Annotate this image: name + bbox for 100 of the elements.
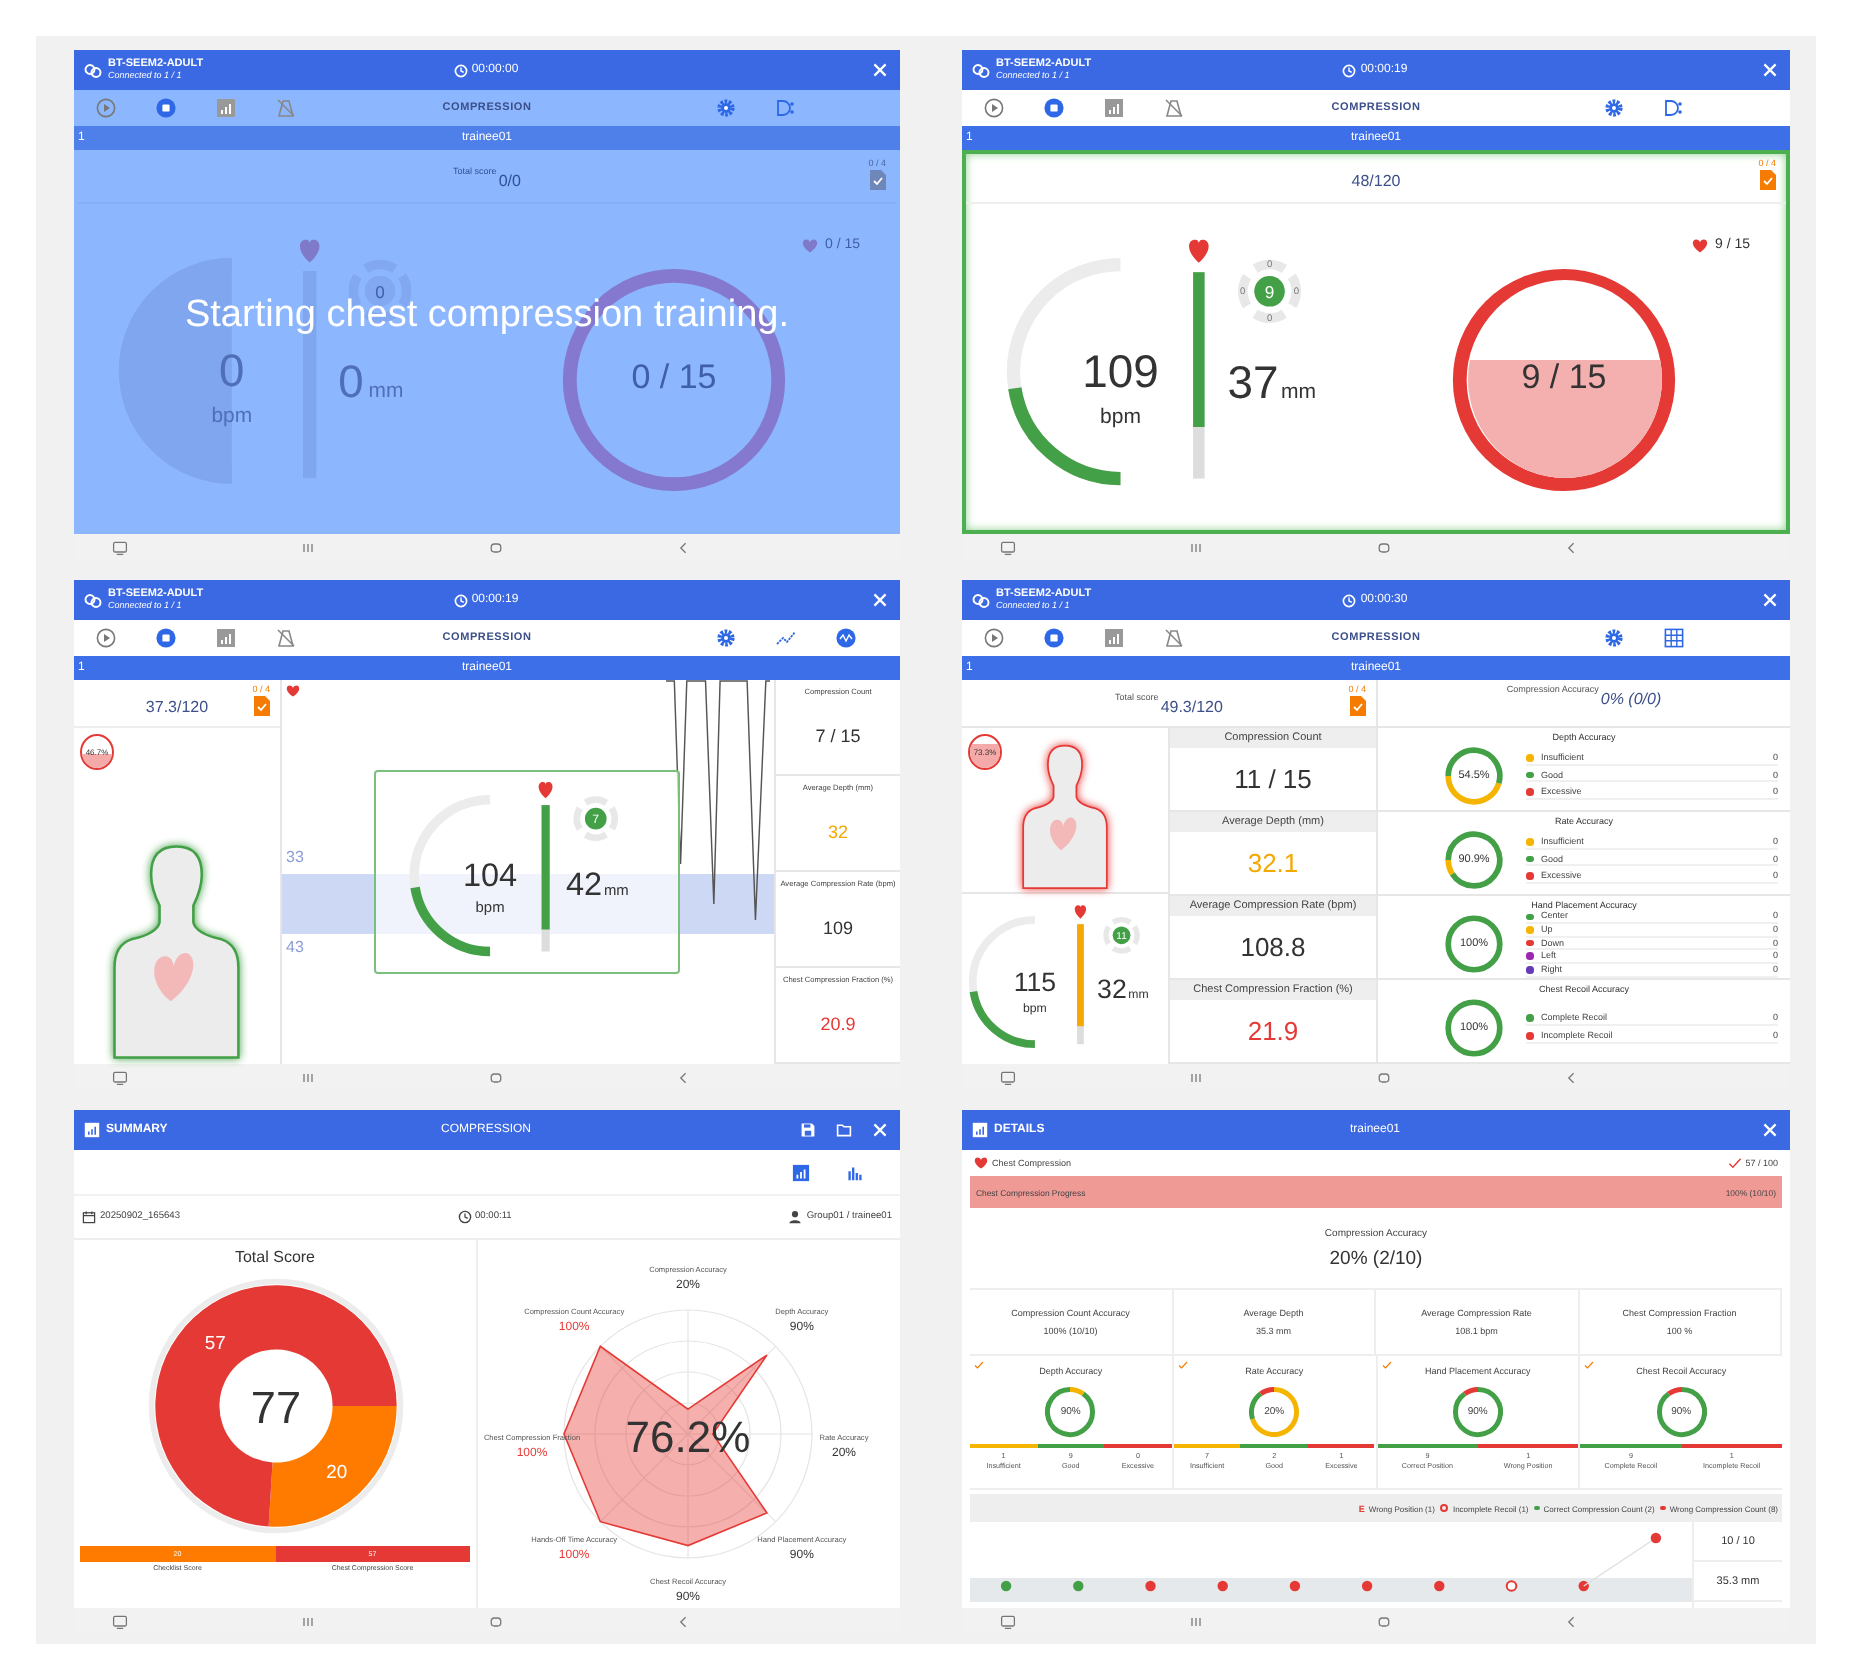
- settings-icon[interactable]: [715, 98, 736, 118]
- hand-position-indicator: [1102, 916, 1139, 953]
- back-icon[interactable]: [676, 539, 692, 555]
- close-icon[interactable]: [872, 1122, 888, 1138]
- total-score: 37.3/120: [145, 695, 209, 715]
- accuracy-ring: [1442, 828, 1506, 892]
- grid-icon[interactable]: [1664, 628, 1685, 648]
- heart-icon: [1189, 238, 1209, 262]
- settings-icon[interactable]: [1604, 98, 1625, 118]
- stat-value: 32: [827, 819, 848, 845]
- recent-apps-icon[interactable]: [1188, 539, 1204, 555]
- stat-value: 109: [822, 915, 854, 941]
- play-icon[interactable]: [984, 628, 1004, 648]
- checklist-icon[interactable]: [1349, 696, 1366, 716]
- accuracy-ring: [1246, 1384, 1303, 1440]
- heart-icon: [1692, 237, 1709, 253]
- recent-apps-icon[interactable]: [1188, 1069, 1204, 1085]
- back-icon[interactable]: [1564, 1069, 1580, 1085]
- chart-icon[interactable]: [1104, 628, 1124, 648]
- rate-value: 104: [461, 857, 517, 894]
- screen-icon[interactable]: [1000, 1069, 1016, 1085]
- recent-apps-icon[interactable]: [300, 539, 316, 555]
- chart-icon: [84, 1122, 100, 1138]
- home-icon[interactable]: [488, 539, 504, 555]
- stat-value: 32.1: [1247, 846, 1299, 882]
- back-icon[interactable]: [676, 1069, 692, 1085]
- recent-apps-icon[interactable]: [1188, 1613, 1204, 1629]
- depth-unit: mm: [368, 381, 404, 404]
- play-icon[interactable]: [984, 98, 1004, 118]
- clock-icon: [1342, 63, 1357, 77]
- chart-icon[interactable]: [216, 98, 236, 118]
- folder-icon[interactable]: [836, 1122, 852, 1138]
- home-icon[interactable]: [1376, 1069, 1392, 1085]
- depth-value: 42: [564, 865, 602, 902]
- stop-icon[interactable]: [156, 98, 176, 118]
- wave-circle-icon[interactable]: [835, 628, 856, 648]
- recent-apps-icon[interactable]: [300, 1613, 316, 1629]
- rate-unit: bpm: [1100, 404, 1141, 429]
- checklist-icon[interactable]: [869, 170, 886, 190]
- logo-icon: [972, 591, 990, 609]
- settings-icon[interactable]: [715, 628, 736, 648]
- rate-unit: bpm: [211, 406, 253, 429]
- chart-icon[interactable]: [216, 628, 236, 648]
- save-icon[interactable]: [800, 1122, 816, 1138]
- stat-value: 108.8: [1240, 930, 1306, 966]
- stop-icon[interactable]: [1044, 628, 1064, 648]
- compression-accuracy: 20% (2/10): [1329, 1247, 1423, 1269]
- checklist-icon[interactable]: [253, 696, 270, 716]
- chart-icon: [972, 1122, 988, 1138]
- settings-icon[interactable]: [1604, 628, 1625, 648]
- calendar-icon: [82, 1210, 96, 1224]
- screen-icon[interactable]: [112, 539, 128, 555]
- muted-metronome-icon[interactable]: [1164, 98, 1184, 118]
- depth-value: 0: [338, 355, 364, 408]
- home-icon[interactable]: [1376, 1613, 1392, 1629]
- stat-value: 7 / 15: [815, 723, 861, 749]
- stat-value: 11 / 15: [1234, 762, 1312, 798]
- stop-icon[interactable]: [156, 628, 176, 648]
- screen-icon[interactable]: [1000, 1613, 1016, 1629]
- back-icon[interactable]: [1564, 539, 1580, 555]
- summary-view-tab[interactable]: [792, 1163, 810, 1181]
- close-icon[interactable]: [872, 62, 888, 78]
- play-icon[interactable]: [96, 628, 116, 648]
- trend-line-icon[interactable]: [775, 628, 796, 648]
- home-icon[interactable]: [1376, 539, 1392, 555]
- close-icon[interactable]: [1762, 62, 1778, 78]
- accuracy-ring: [1442, 996, 1506, 1060]
- cycle-progress: 0 / 15: [629, 357, 719, 397]
- total-score: 77: [249, 1382, 301, 1433]
- bar-chart-view-tab[interactable]: [846, 1163, 864, 1181]
- depth-limit-label: 43: [286, 938, 304, 956]
- screen-icon[interactable]: [112, 1069, 128, 1085]
- play-icon[interactable]: [96, 98, 116, 118]
- chart-icon[interactable]: [1104, 98, 1124, 118]
- muted-metronome-icon[interactable]: [1164, 628, 1184, 648]
- home-icon[interactable]: [488, 1069, 504, 1085]
- accuracy-ring: [1042, 1384, 1099, 1440]
- screen-icon[interactable]: [1000, 539, 1016, 555]
- back-icon[interactable]: [676, 1613, 692, 1629]
- clock-icon: [457, 1210, 472, 1224]
- home-icon[interactable]: [488, 1613, 504, 1629]
- muted-metronome-icon[interactable]: [276, 628, 296, 648]
- stop-icon[interactable]: [1044, 98, 1064, 118]
- rate-value: 109: [1082, 344, 1159, 397]
- screen-icon[interactable]: [112, 1613, 128, 1629]
- depth-unit: mm: [602, 879, 628, 898]
- logo-icon: [84, 61, 102, 79]
- rate-unit: bpm: [474, 897, 504, 916]
- clock-icon: [453, 593, 468, 607]
- view-switch-icon[interactable]: [1664, 98, 1685, 118]
- slice-label: 57: [203, 1331, 225, 1353]
- checklist-icon[interactable]: [1759, 170, 1776, 190]
- back-icon[interactable]: [1564, 1613, 1580, 1629]
- heart-icon: [974, 1156, 988, 1170]
- view-switch-icon[interactable]: [775, 98, 796, 118]
- close-icon[interactable]: [1762, 1122, 1778, 1138]
- close-icon[interactable]: [872, 592, 888, 608]
- close-icon[interactable]: [1762, 592, 1778, 608]
- heart-icon: [537, 781, 552, 798]
- recent-apps-icon[interactable]: [300, 1069, 316, 1085]
